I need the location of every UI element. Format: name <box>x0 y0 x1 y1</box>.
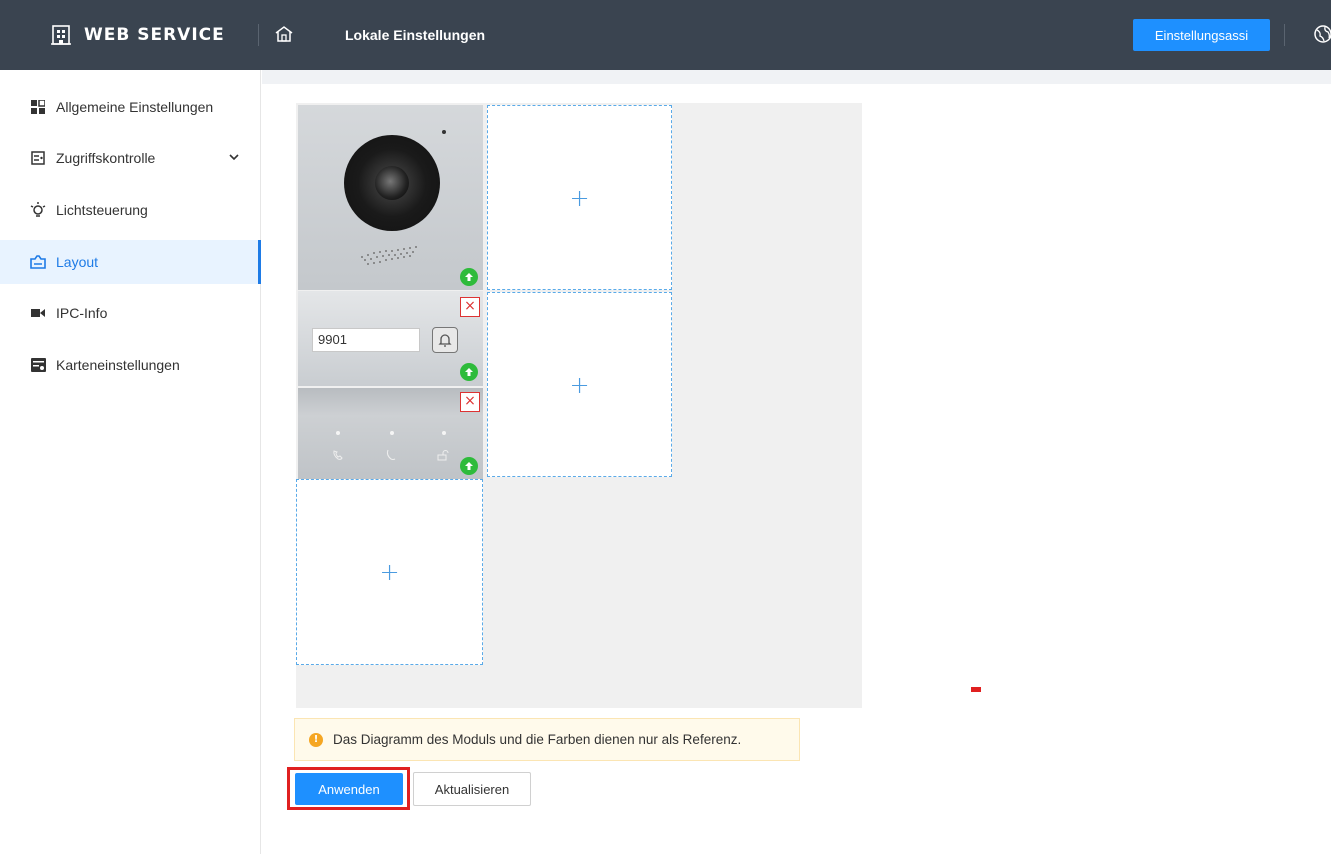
chevron-down-icon <box>229 154 239 161</box>
phone-icon <box>333 450 343 460</box>
sidebar-item-card-settings[interactable]: Karteneinstellungen <box>0 343 261 387</box>
sidebar-item-ipc-info[interactable]: IPC-Info <box>0 291 261 335</box>
add-module-icon[interactable]: + <box>569 184 589 212</box>
move-up-icon[interactable] <box>460 457 478 475</box>
header-divider <box>1284 24 1285 46</box>
sidebar-item-label: Allgemeine Einstellungen <box>56 99 214 115</box>
building-icon <box>51 25 71 45</box>
keypad-module[interactable]: × 9901 <box>298 291 483 386</box>
sidebar-item-layout[interactable]: Layout <box>0 240 261 284</box>
delete-module-button[interactable]: × <box>460 297 480 317</box>
page-title: Lokale Einstellungen <box>345 27 486 43</box>
red-marker <box>971 687 981 692</box>
indicator-dot <box>336 431 340 435</box>
empty-module-slot[interactable]: + <box>487 292 672 477</box>
layout-icon <box>30 254 46 270</box>
camera-icon <box>30 305 46 321</box>
add-module-icon[interactable]: + <box>569 371 589 399</box>
lightbulb-icon <box>30 202 46 218</box>
sidebar-item-general-settings[interactable]: Allgemeine Einstellungen <box>0 85 261 129</box>
apply-button[interactable]: Anwenden <box>295 773 403 805</box>
unlock-icon <box>437 450 449 461</box>
warning-icon: ! <box>309 732 323 747</box>
move-up-icon[interactable] <box>460 268 478 286</box>
empty-module-slot[interactable]: + <box>296 479 483 665</box>
top-bar: WEB SERVICE Lokale Einstellungen Einstel… <box>0 0 1331 70</box>
card-settings-icon <box>30 357 46 373</box>
bell-icon <box>438 334 452 347</box>
sidebar-item-light-control[interactable]: Lichtsteuerung <box>0 188 261 232</box>
brand: WEB SERVICE <box>50 24 225 46</box>
sidebar-item-access-control[interactable]: Zugriffskontrolle <box>0 136 261 180</box>
sidebar-item-label: IPC-Info <box>56 305 108 321</box>
sidebar-item-label: Zugriffskontrolle <box>56 150 156 166</box>
setup-wizard-button[interactable]: Einstellungsassi <box>1133 19 1270 51</box>
refresh-button[interactable]: Aktualisieren <box>413 772 531 806</box>
content-header-strip <box>262 70 1331 84</box>
camera-module[interactable] <box>298 105 483 290</box>
delete-module-button[interactable]: × <box>460 392 480 412</box>
sidebar-item-label: Lichtsteuerung <box>56 202 148 218</box>
header-divider <box>258 24 259 46</box>
indicator-dot <box>442 431 446 435</box>
move-up-icon[interactable] <box>460 363 478 381</box>
call-icon <box>386 449 396 460</box>
notice-text: Das Diagramm des Moduls und die Farben d… <box>333 732 742 747</box>
button-module[interactable]: × <box>298 388 483 480</box>
indicator-dot <box>390 431 394 435</box>
globe-icon[interactable] <box>1313 24 1331 44</box>
home-icon[interactable] <box>274 25 294 43</box>
sidebar: Allgemeine Einstellungen Zugriffskontrol… <box>0 70 261 854</box>
empty-module-slot[interactable]: + <box>487 105 672 290</box>
sidebar-item-label: Layout <box>56 254 99 270</box>
room-number-field[interactable]: 9901 <box>312 328 420 352</box>
camera-sensor-dot <box>442 130 446 134</box>
sidebar-item-label: Karteneinstellungen <box>56 357 180 373</box>
access-control-icon <box>30 150 46 166</box>
layout-canvas: × 9901 × + + + <box>296 103 862 708</box>
speaker-grille-icon <box>361 246 417 265</box>
camera-lens-icon <box>344 135 440 231</box>
add-module-icon[interactable]: + <box>379 558 399 586</box>
reference-notice: ! Das Diagramm des Moduls und die Farben… <box>294 718 800 761</box>
bell-button[interactable] <box>432 327 458 353</box>
brand-name: WEB SERVICE <box>84 25 225 45</box>
grid-icon <box>30 99 46 115</box>
